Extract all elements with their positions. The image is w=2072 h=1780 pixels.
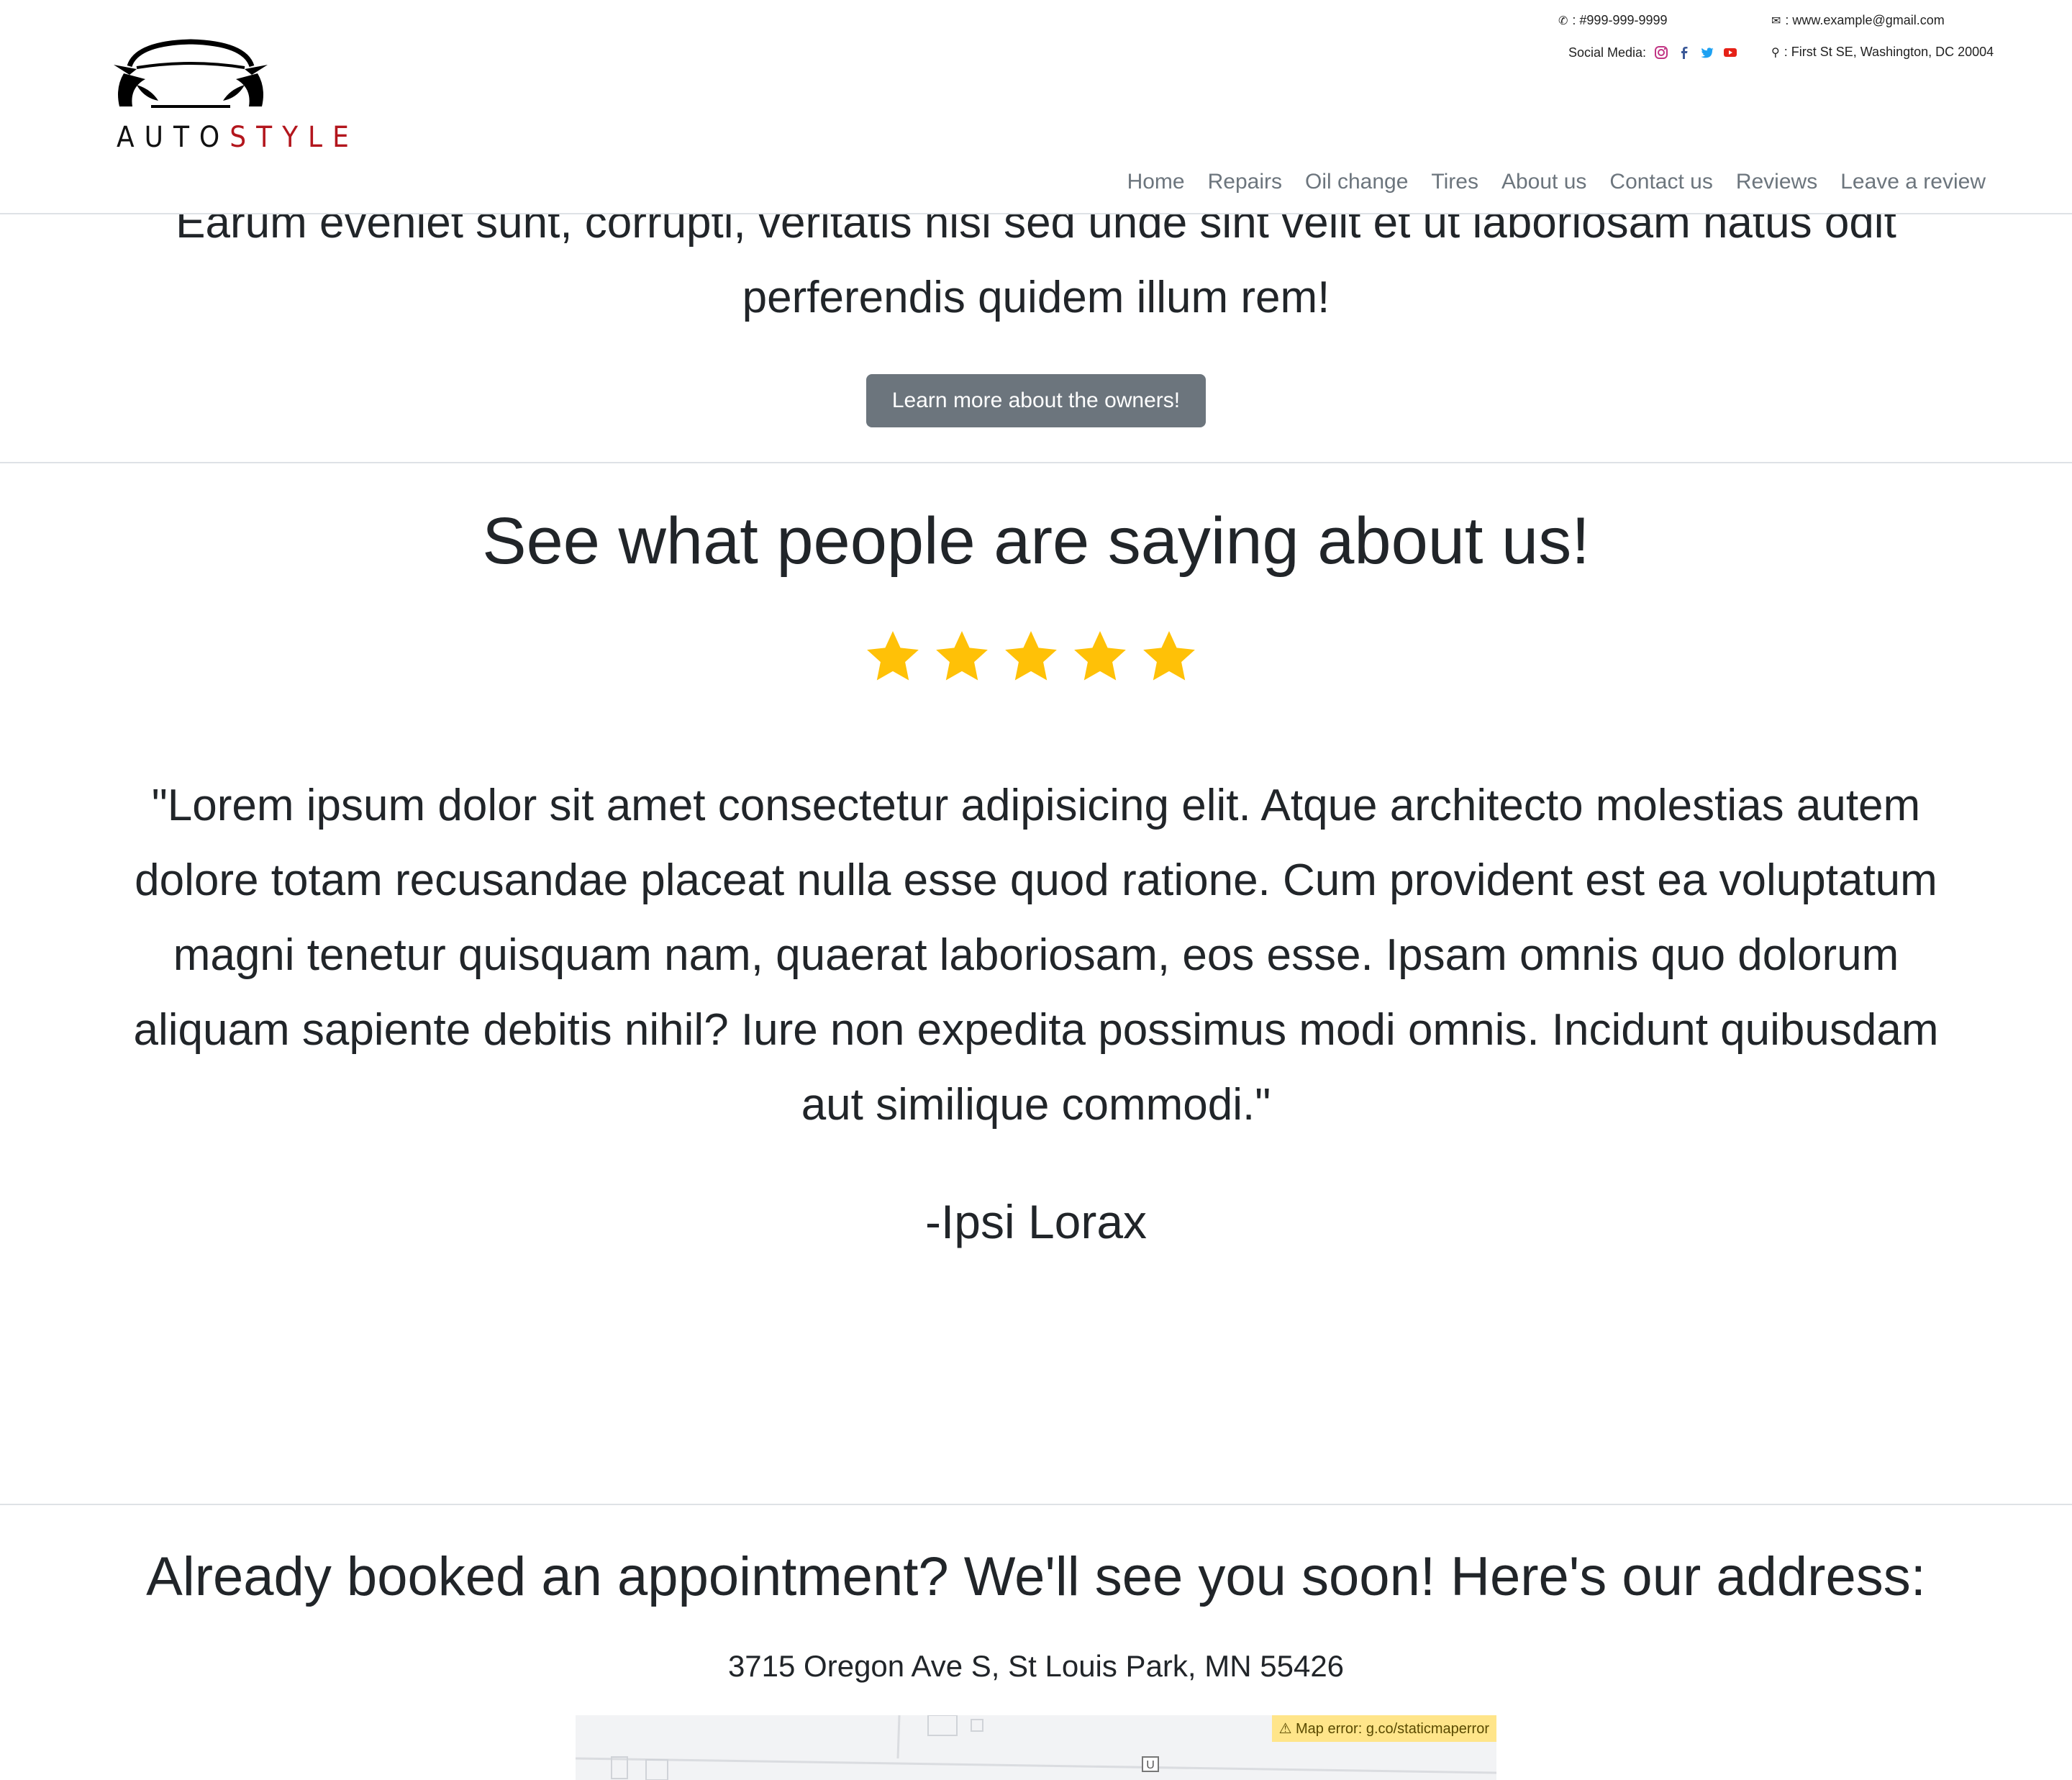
nav-item-tires[interactable]: Tires xyxy=(1419,170,1490,194)
logo-wordmark: AUTOSTYLE xyxy=(117,121,359,154)
address-text: : First St SE, Washington, DC 20004 xyxy=(1784,45,1994,59)
location-map[interactable]: U ⚠ Map error: g.co/staticmaperror xyxy=(576,1715,1496,1780)
star-icon xyxy=(1074,631,1126,681)
logo-text-style: STYLE xyxy=(230,121,359,154)
nav-item-oil-change[interactable]: Oil change xyxy=(1294,170,1419,194)
site-header: AUTOSTYLE ✆ : #999-999-9999 ✉ : www.exam… xyxy=(0,0,2072,214)
nav-item-repairs[interactable]: Repairs xyxy=(1196,170,1294,194)
rating-stars xyxy=(863,627,1199,686)
star-icon xyxy=(1005,631,1057,681)
twitter-icon[interactable] xyxy=(1699,45,1715,60)
email-text: : www.example@gmail.com xyxy=(1785,13,1945,27)
reviews-title: See what people are saying about us! xyxy=(482,504,1590,578)
svg-text:U: U xyxy=(1146,1759,1155,1771)
youtube-icon[interactable] xyxy=(1722,45,1738,60)
map-error-notice: ⚠ Map error: g.co/staticmaperror xyxy=(1271,1715,1496,1742)
star-icon xyxy=(936,631,988,681)
map-pin-icon: ⚲ xyxy=(1771,46,1780,59)
star-icon xyxy=(1143,631,1195,681)
header-social-media: Social Media: xyxy=(1568,45,1738,60)
logo-text-auto: AUTO xyxy=(117,121,230,154)
nav-item-reviews[interactable]: Reviews xyxy=(1725,170,1829,194)
shop-address: 3715 Oregon Ave S, St Louis Park, MN 554… xyxy=(727,1649,1345,1683)
nav-item-contact-us[interactable]: Contact us xyxy=(1598,170,1724,194)
phone-text: : #999-999-9999 xyxy=(1572,13,1668,27)
header-phone[interactable]: ✆ : #999-999-9999 xyxy=(1558,13,1668,28)
facebook-icon[interactable] xyxy=(1676,45,1692,60)
instagram-icon[interactable] xyxy=(1653,45,1669,60)
phone-icon: ✆ xyxy=(1558,14,1568,27)
autostyle-logo[interactable]: AUTOSTYLE xyxy=(108,37,349,160)
envelope-icon: ✉ xyxy=(1771,14,1781,27)
nav-item-leave-a-review[interactable]: Leave a review xyxy=(1829,170,1997,194)
nav-item-about-us[interactable]: About us xyxy=(1490,170,1598,194)
section-divider xyxy=(0,1504,2072,1505)
nav-item-home[interactable]: Home xyxy=(1116,170,1196,194)
address-title: Already booked an appointment? We'll see… xyxy=(146,1546,1926,1607)
section-divider xyxy=(0,462,2072,463)
review-quote: "Lorem ipsum dolor sit amet consectetur … xyxy=(133,781,1939,1130)
header-address[interactable]: ⚲ : First St SE, Washington, DC 20004 xyxy=(1771,45,1994,60)
star-icon xyxy=(867,631,919,681)
social-label: Social Media: xyxy=(1568,45,1647,60)
review-author: -Ipsi Lorax xyxy=(924,1195,1148,1248)
car-logo-icon xyxy=(114,39,268,108)
main-nav: Home Repairs Oil change Tires About us C… xyxy=(1116,170,1997,194)
header-email[interactable]: ✉ : www.example@gmail.com xyxy=(1771,13,1945,28)
learn-more-owners-button[interactable]: Learn more about the owners! xyxy=(866,374,1206,427)
